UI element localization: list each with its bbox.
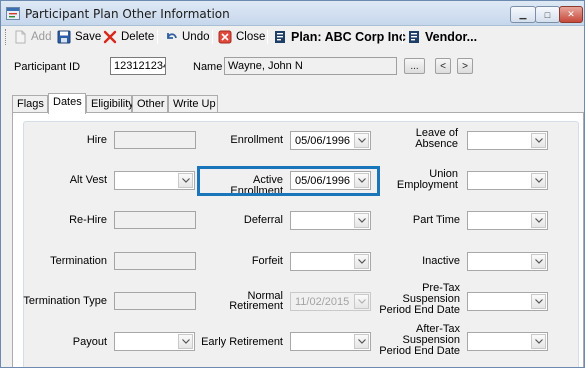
next-participant-button[interactable]: > [457, 58, 473, 74]
window-title: Participant Plan Other Information [25, 7, 230, 21]
union-employment-combo[interactable] [467, 171, 548, 190]
toolbar: Add Save Delete Undo Close Plan: ABC Cor… [1, 26, 584, 48]
inactive-combo[interactable] [467, 252, 548, 271]
title-bar[interactable]: Participant Plan Other Information ▁ □ ✕ [1, 1, 584, 26]
deferral-combo[interactable] [290, 211, 371, 230]
inactive-label: Inactive [422, 255, 460, 267]
toolbar-separator [157, 30, 158, 44]
toolbar-separator [212, 30, 213, 44]
undo-arrow-icon [167, 33, 177, 39]
toolbar-grip[interactable] [5, 29, 8, 45]
part-time-label: Part Time [412, 214, 460, 226]
tab-write-up[interactable]: Write Up [168, 95, 218, 113]
hire-label: Hire [86, 134, 107, 146]
leave-of-absence-label-line2: Absence [415, 138, 458, 150]
document-icon [275, 31, 285, 43]
payout-label: Payout [72, 336, 107, 348]
save-button[interactable]: Save [57, 29, 101, 45]
minimize-button[interactable]: ▁ [510, 6, 536, 23]
hire-date-field [114, 131, 196, 149]
chevron-down-icon[interactable] [531, 334, 546, 349]
leave-of-absence-combo[interactable] [467, 131, 548, 150]
participant-plan-window: Participant Plan Other Information ▁ □ ✕… [0, 0, 585, 368]
toolbar-separator [267, 30, 268, 44]
early-retirement-label: Early Retirement [201, 336, 283, 348]
plan-button[interactable]: Plan: ABC Corp Inc [273, 29, 406, 45]
tab-dates[interactable]: Dates [48, 93, 86, 114]
close-window-button[interactable]: ✕ [559, 6, 583, 23]
add-button[interactable]: Add [13, 29, 51, 45]
alt-vest-combo[interactable] [114, 171, 195, 190]
alt-vest-label: Alt Vest [69, 174, 107, 186]
active-enrollment-combo[interactable]: 05/06/1996 [290, 171, 371, 190]
normal-retirement-label-line2: Retirement [229, 300, 283, 312]
vendor-button[interactable]: Vendor... [407, 29, 477, 45]
termination-type-label: Termination Type [23, 295, 107, 307]
aftertax-suspension-combo[interactable] [467, 332, 548, 351]
pretax-suspension-combo[interactable] [467, 292, 548, 311]
termination-label: Termination [50, 255, 107, 267]
chevron-down-icon[interactable] [354, 173, 369, 188]
chevron-down-icon[interactable] [354, 254, 369, 269]
undo-button[interactable]: Undo [164, 29, 210, 45]
rehire-date-field [114, 211, 196, 229]
chevron-down-icon[interactable] [178, 173, 193, 188]
active-enrollment-value: 05/06/1996 [295, 175, 351, 187]
tab-other[interactable]: Other [132, 95, 168, 113]
termination-date-field [114, 252, 196, 270]
close-box-icon [218, 30, 232, 44]
union-employment-label-line2: Employment [396, 179, 458, 191]
name-label: Name [193, 61, 223, 73]
active-enrollment-label: Active Enrollment [230, 174, 283, 197]
tab-eligibility[interactable]: Eligibility [86, 95, 134, 113]
app-icon [6, 7, 20, 20]
new-document-icon [15, 30, 26, 44]
early-retirement-combo[interactable] [290, 332, 371, 351]
name-field: Wayne, John N [224, 57, 397, 75]
payout-combo[interactable] [114, 332, 195, 351]
chevron-down-icon[interactable] [531, 133, 546, 148]
chevron-down-icon[interactable] [531, 294, 546, 309]
dates-group [23, 121, 579, 367]
enrollment-value: 05/06/1996 [295, 135, 351, 147]
chevron-down-icon [354, 294, 369, 309]
pretax-suspension-label-line3: Period End Date [379, 304, 460, 316]
chevron-down-icon[interactable] [531, 173, 546, 188]
tab-flags[interactable]: Flags [12, 95, 48, 113]
maximize-button[interactable]: □ [535, 6, 560, 23]
rehire-label: Re-Hire [69, 214, 107, 226]
maximize-icon: □ [544, 9, 551, 20]
normal-retirement-combo: 11/02/2015 [290, 292, 371, 311]
close-button[interactable]: Close [218, 29, 265, 45]
enrollment-combo[interactable]: 05/06/1996 [290, 131, 371, 150]
browse-participant-button[interactable]: ... [404, 58, 425, 74]
chevron-down-icon[interactable] [531, 213, 546, 228]
close-icon: ✕ [567, 9, 575, 19]
deferral-label: Deferral [243, 214, 283, 226]
participant-id-label: Participant ID [14, 61, 81, 73]
floppy-disk-icon [57, 30, 71, 44]
termination-type-field [114, 292, 196, 310]
delete-x-icon [103, 30, 117, 44]
delete-button[interactable]: Delete [103, 29, 154, 45]
forfeit-label: Forfeit [251, 255, 283, 267]
chevron-down-icon[interactable] [178, 334, 193, 349]
dates-tab-panel [12, 112, 584, 367]
part-time-combo[interactable] [467, 211, 548, 230]
chevron-down-icon[interactable] [354, 334, 369, 349]
participant-id-field[interactable]: 123121234 [110, 57, 166, 75]
chevron-down-icon[interactable] [354, 133, 369, 148]
minimize-icon: ▁ [519, 9, 527, 19]
toolbar-separator [402, 30, 403, 44]
chevron-down-icon[interactable] [531, 254, 546, 269]
document-icon [409, 31, 419, 43]
aftertax-suspension-label-line3: Period End Date [379, 345, 460, 357]
forfeit-combo[interactable] [290, 252, 371, 271]
enrollment-label: Enrollment [230, 134, 283, 146]
normal-retirement-value: 11/02/2015 [295, 296, 350, 308]
previous-participant-button[interactable]: < [435, 58, 451, 74]
chevron-down-icon[interactable] [354, 213, 369, 228]
